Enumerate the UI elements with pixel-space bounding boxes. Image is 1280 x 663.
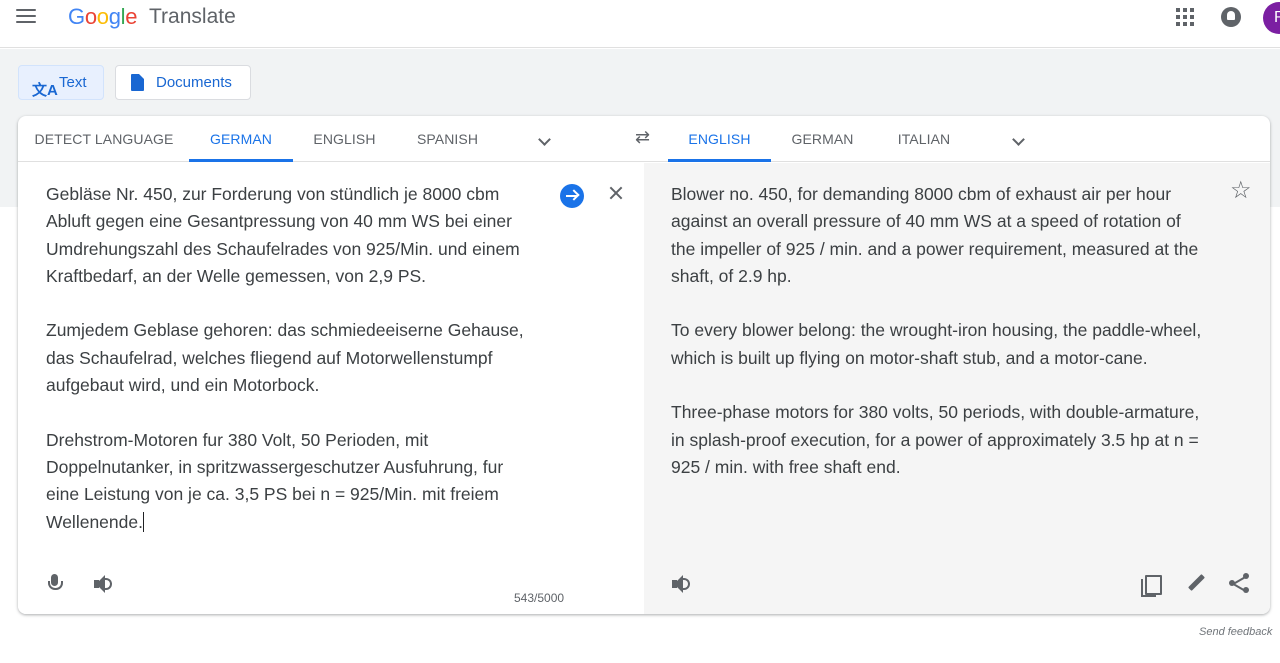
apps-grid-icon[interactable]: [1176, 8, 1194, 26]
share-icon[interactable]: [1228, 572, 1250, 594]
text-mode-label: Text: [59, 74, 87, 91]
account-avatar[interactable]: R: [1263, 2, 1280, 34]
documents-mode-button[interactable]: Documents: [115, 65, 251, 100]
notifications-icon[interactable]: [1221, 7, 1241, 27]
clear-source-icon[interactable]: [605, 182, 627, 204]
google-logo[interactable]: Google: [68, 4, 137, 30]
main-menu-icon[interactable]: [16, 9, 36, 25]
text-mode-button[interactable]: 文A Text: [18, 65, 104, 100]
language-bar: DETECT LANGUAGE GERMAN ENGLISH SPANISH E…: [18, 116, 1270, 162]
chevron-down-icon[interactable]: [538, 133, 551, 146]
target-listen-icon[interactable]: [670, 573, 692, 595]
tab-target-italian[interactable]: ITALIAN: [874, 116, 974, 162]
star-icon[interactable]: ☆: [1230, 176, 1252, 205]
microphone-icon[interactable]: [47, 574, 63, 596]
target-pane: Blower no. 450, for demanding 8000 cbm o…: [644, 163, 1270, 614]
character-count: 543/5000: [514, 591, 565, 605]
swap-languages-icon[interactable]: [635, 127, 655, 148]
tab-target-german[interactable]: GERMAN: [771, 116, 874, 162]
source-listen-icon[interactable]: [92, 573, 114, 595]
chevron-down-icon[interactable]: [1012, 133, 1025, 146]
translate-icon: 文A: [32, 82, 58, 99]
product-name: Translate: [149, 5, 236, 28]
source-text: Gebläse Nr. 450, zur Forderung von stünd…: [46, 184, 524, 532]
tab-source-english[interactable]: ENGLISH: [293, 116, 396, 162]
source-textarea[interactable]: Gebläse Nr. 450, zur Forderung von stünd…: [46, 181, 546, 536]
top-app-bar: Google Translate R: [0, 0, 1280, 48]
source-pane: Gebläse Nr. 450, zur Forderung von stünd…: [18, 163, 644, 614]
send-feedback-link[interactable]: Send feedback: [1199, 626, 1272, 638]
translate-arrow-icon[interactable]: [560, 184, 584, 208]
text-cursor: [142, 511, 144, 532]
documents-mode-label: Documents: [156, 74, 232, 91]
translation-card: DETECT LANGUAGE GERMAN ENGLISH SPANISH E…: [18, 116, 1270, 614]
copy-icon[interactable]: [1140, 573, 1162, 597]
edit-icon[interactable]: [1185, 572, 1207, 594]
tab-source-spanish[interactable]: SPANISH: [396, 116, 499, 162]
tab-detect-language[interactable]: DETECT LANGUAGE: [18, 116, 190, 162]
translation-text: Blower no. 450, for demanding 8000 cbm o…: [671, 184, 1202, 477]
tab-source-german[interactable]: GERMAN: [189, 116, 293, 162]
document-icon: [131, 74, 144, 91]
tab-target-english[interactable]: ENGLISH: [668, 116, 771, 162]
